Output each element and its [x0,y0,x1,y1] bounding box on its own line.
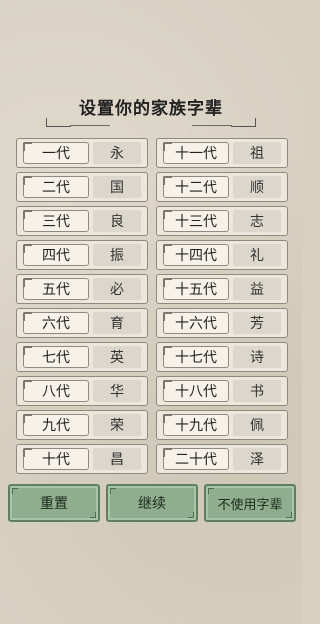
generation-character-field[interactable]: 祖 [233,142,281,164]
generation-character-field[interactable]: 良 [93,210,141,232]
generation-grid: 一代永十一代祖二代国十二代顺三代良十三代志四代振十四代礼五代必十五代益六代育十六… [16,138,288,478]
generation-label: 七代 [23,346,89,368]
generation-character-field[interactable]: 必 [93,278,141,300]
generation-character-field[interactable]: 书 [233,380,281,402]
generation-character-field[interactable]: 国 [93,176,141,198]
generation-row: 七代英十七代诗 [16,342,288,376]
generation-row: 六代育十六代芳 [16,308,288,342]
generation-slot[interactable]: 十代昌 [16,444,148,474]
title-underline-left [70,125,110,126]
generation-row: 二代国十二代顺 [16,172,288,206]
generation-label: 四代 [23,244,89,266]
generation-slot[interactable]: 八代华 [16,376,148,406]
generation-label: 三代 [23,210,89,232]
generation-character-field[interactable]: 礼 [233,244,281,266]
generation-label: 十五代 [163,278,229,300]
generation-label: 十三代 [163,210,229,232]
generation-character-field[interactable]: 育 [93,312,141,334]
generation-character-field[interactable]: 芳 [233,312,281,334]
generation-slot[interactable]: 十八代书 [156,376,288,406]
continue-button[interactable]: 继续 [106,484,198,522]
generation-slot[interactable]: 十四代礼 [156,240,288,270]
generation-label: 十七代 [163,346,229,368]
generation-slot[interactable]: 十三代志 [156,206,288,236]
generation-label: 二代 [23,176,89,198]
generation-label: 五代 [23,278,89,300]
generation-slot[interactable]: 二代国 [16,172,148,202]
generation-label: 八代 [23,380,89,402]
generation-row: 四代振十四代礼 [16,240,288,274]
generation-row: 三代良十三代志 [16,206,288,240]
generation-label: 九代 [23,414,89,436]
generation-row: 五代必十五代益 [16,274,288,308]
generation-row: 十代昌二十代泽 [16,444,288,478]
generation-character-field[interactable]: 永 [93,142,141,164]
generation-character-field[interactable]: 昌 [93,448,141,470]
generation-slot[interactable]: 六代育 [16,308,148,338]
generation-character-field[interactable]: 荣 [93,414,141,436]
generation-slot[interactable]: 十九代佩 [156,410,288,440]
generation-label: 十六代 [163,312,229,334]
generation-label: 十一代 [163,142,229,164]
generation-slot[interactable]: 十一代祖 [156,138,288,168]
generation-slot[interactable]: 十五代益 [156,274,288,304]
generation-label: 十四代 [163,244,229,266]
generation-label: 十二代 [163,176,229,198]
generation-character-field[interactable]: 振 [93,244,141,266]
generation-label: 一代 [23,142,89,164]
generation-character-field[interactable]: 志 [233,210,281,232]
generation-slot[interactable]: 十六代芳 [156,308,288,338]
title-ornament-right [231,118,256,127]
generation-character-field[interactable]: 益 [233,278,281,300]
generation-character-field[interactable]: 泽 [233,448,281,470]
generation-label: 六代 [23,312,89,334]
generation-character-field[interactable]: 华 [93,380,141,402]
generation-label: 十代 [23,448,89,470]
generation-row: 一代永十一代祖 [16,138,288,172]
action-bar: 重置 继续 不使用字辈 [8,484,296,522]
generation-slot[interactable]: 三代良 [16,206,148,236]
reset-button[interactable]: 重置 [8,484,100,522]
generation-character-field[interactable]: 佩 [233,414,281,436]
generation-slot[interactable]: 七代英 [16,342,148,372]
generation-slot[interactable]: 十七代诗 [156,342,288,372]
generation-label: 十八代 [163,380,229,402]
generation-row: 九代荣十九代佩 [16,410,288,444]
generation-character-field[interactable]: 诗 [233,346,281,368]
skip-generation-names-button[interactable]: 不使用字辈 [204,484,296,522]
generation-slot[interactable]: 二十代泽 [156,444,288,474]
generation-slot[interactable]: 五代必 [16,274,148,304]
generation-label: 十九代 [163,414,229,436]
generation-slot[interactable]: 四代振 [16,240,148,270]
generation-row: 八代华十八代书 [16,376,288,410]
generation-character-field[interactable]: 顺 [233,176,281,198]
generation-slot[interactable]: 一代永 [16,138,148,168]
generation-slot[interactable]: 十二代顺 [156,172,288,202]
title-ornament-left [46,118,71,127]
page-title: 设置你的家族字辈 [79,99,223,119]
generation-label: 二十代 [163,448,229,470]
title-underline-right [192,125,232,126]
generation-character-field[interactable]: 英 [93,346,141,368]
generation-slot[interactable]: 九代荣 [16,410,148,440]
